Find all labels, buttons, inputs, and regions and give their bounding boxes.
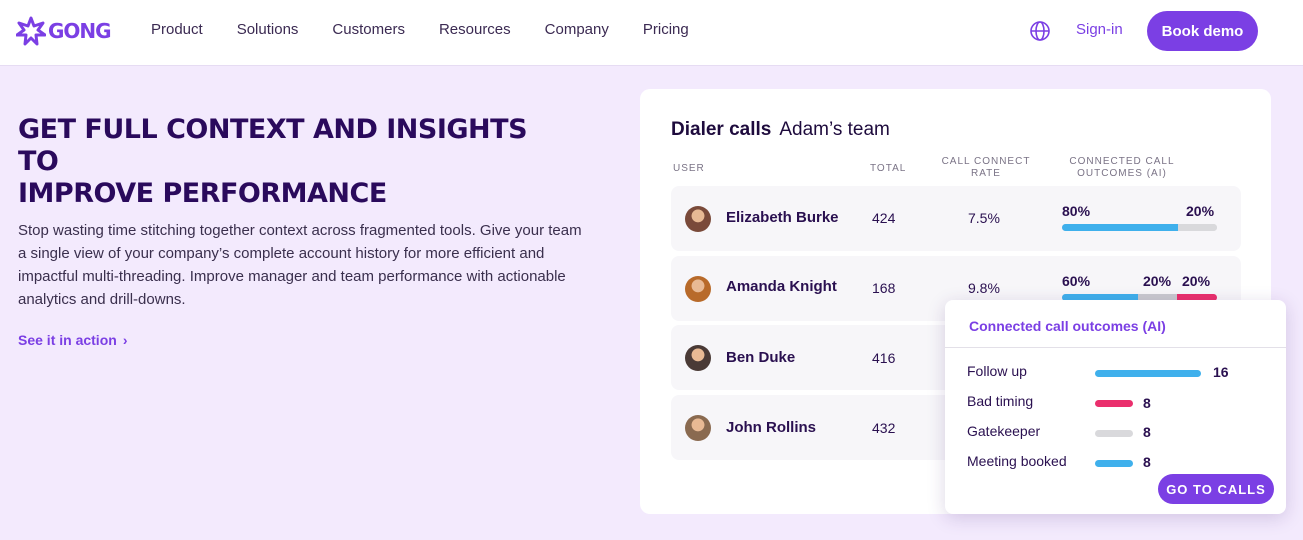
avatar: [685, 206, 711, 232]
nav-item-solutions[interactable]: Solutions: [237, 20, 299, 40]
column-header-rate-line2: RATE: [971, 168, 1001, 179]
user-total: 168: [872, 280, 896, 296]
book-demo-button[interactable]: Book demo: [1147, 11, 1258, 51]
outcome-label: Meeting booked: [967, 453, 1067, 469]
column-header-rate-line1: CALL CONNECT: [941, 156, 1031, 167]
hero-headline: GET FULL CONTEXT AND INSIGHTS TO IMPROVE…: [18, 114, 538, 210]
avatar: [685, 415, 711, 441]
outcome-bar: [1095, 400, 1133, 407]
nav-item-customers[interactable]: Customers: [332, 20, 405, 40]
column-header-total: TOTAL: [870, 163, 907, 174]
gong-logo[interactable]: GONG: [16, 14, 112, 48]
popup-title: Connected call outcomes (AI): [969, 318, 1166, 334]
user-name: John Rollins: [726, 419, 816, 436]
see-it-in-action-link[interactable]: See it in action ›: [18, 332, 127, 348]
outcome-bar: [1062, 224, 1217, 231]
outcome-bar: [1095, 430, 1133, 437]
card-title-main: Dialer calls: [671, 119, 772, 140]
top-navigation: GONG Product Solutions Customers Resourc…: [0, 0, 1303, 66]
card-title: Dialer calls Adam’s team: [671, 119, 890, 141]
avatar: [685, 345, 711, 371]
outcome-label: Gatekeeper: [967, 423, 1041, 439]
nav-item-product[interactable]: Product: [151, 20, 203, 40]
column-header-outcomes-line1: CONNECTED CALL: [1069, 156, 1175, 167]
nav-item-pricing[interactable]: Pricing: [643, 20, 689, 40]
outcome-pct-label: 80%: [1062, 203, 1091, 219]
outcome-pct-label: 20%: [1182, 273, 1211, 289]
user-name: Ben Duke: [726, 349, 796, 366]
card-title-sub: Adam’s team: [779, 119, 890, 140]
outcome-value: 8: [1143, 395, 1151, 411]
user-rate: 7.5%: [968, 210, 1000, 226]
brand-name: GONG: [48, 19, 112, 43]
globe-icon[interactable]: [1029, 20, 1051, 42]
outcome-bar: [1095, 370, 1201, 377]
chevron-right-icon: ›: [122, 332, 128, 348]
outcome-value: 8: [1143, 454, 1151, 470]
popup-divider: [945, 347, 1286, 348]
column-header-rate: CALL CONNECT RATE: [940, 156, 1032, 180]
hero-description: Stop wasting time stitching together con…: [18, 222, 582, 308]
outcome-pct-label: 20%: [1186, 203, 1215, 219]
avatar: [685, 276, 711, 302]
user-name: Amanda Knight: [726, 278, 837, 295]
nav-item-company[interactable]: Company: [545, 20, 609, 40]
user-total: 424: [872, 210, 896, 226]
user-total: 416: [872, 350, 896, 366]
outcome-value: 8: [1143, 424, 1151, 440]
outcome-label: Bad timing: [967, 393, 1034, 409]
nav-links: Product Solutions Customers Resources Co…: [151, 20, 723, 40]
outcome-value: 16: [1213, 364, 1229, 380]
outcome-label: Follow up: [967, 363, 1027, 379]
table-row[interactable]: Elizabeth Burke 424 7.5% 80% 20%: [671, 186, 1241, 251]
outcome-bar: [1095, 460, 1133, 467]
go-to-calls-button[interactable]: GO TO CALLS: [1158, 474, 1274, 504]
gong-logo-icon: [16, 16, 46, 46]
column-header-outcomes: CONNECTED CALL OUTCOMES (AI): [1065, 156, 1179, 180]
user-total: 432: [872, 420, 896, 436]
signin-link[interactable]: Sign-in: [1076, 21, 1123, 38]
user-name: Elizabeth Burke: [726, 209, 839, 226]
outcome-bar-segment: [1178, 224, 1217, 231]
column-header-outcomes-line2: OUTCOMES (AI): [1077, 168, 1167, 179]
headline-line-2: IMPROVE PERFORMANCE: [18, 178, 387, 209]
column-header-user: USER: [673, 163, 705, 174]
nav-item-resources[interactable]: Resources: [439, 20, 511, 40]
headline-line-1: GET FULL CONTEXT AND INSIGHTS TO: [18, 114, 528, 177]
outcome-pct-label: 60%: [1062, 273, 1091, 289]
outcomes-popup: Connected call outcomes (AI) Follow up 1…: [945, 300, 1286, 514]
outcome-bar-segment: [1062, 224, 1179, 231]
outcome-pct-label: 20%: [1143, 273, 1172, 289]
user-rate: 9.8%: [968, 280, 1000, 296]
see-it-in-action-label: See it in action: [18, 332, 117, 348]
